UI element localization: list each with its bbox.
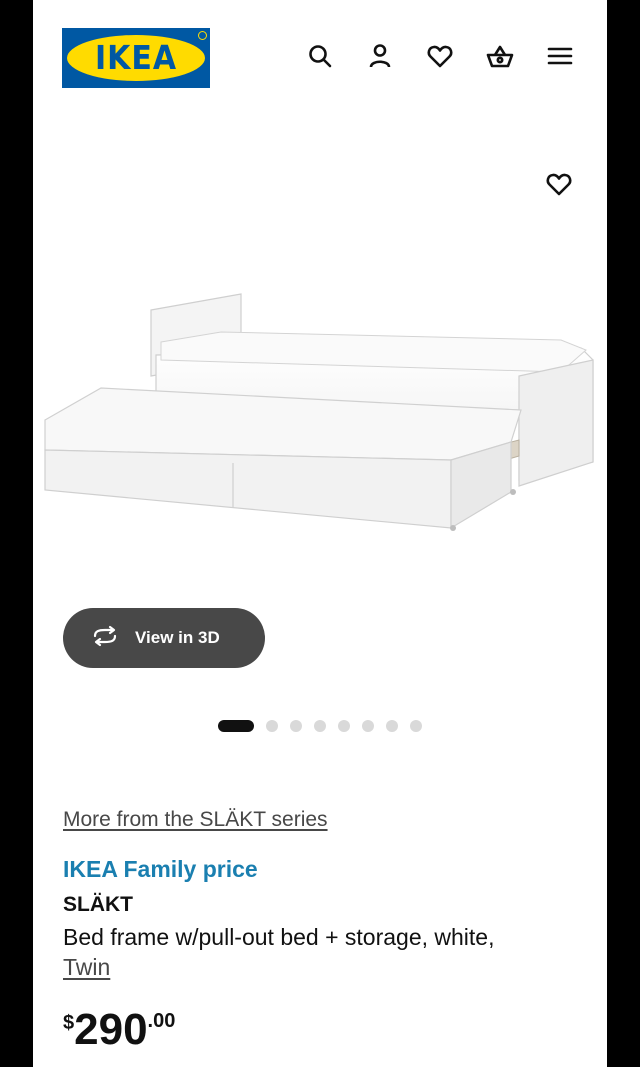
carousel-dot[interactable]	[386, 720, 398, 732]
product-description-text: Bed frame w/pull-out bed + storage, whit…	[63, 924, 495, 950]
product-size-link[interactable]: Twin	[63, 954, 110, 980]
registered-mark	[198, 31, 207, 40]
ikea-logo[interactable]: IKEA	[62, 28, 210, 88]
carousel-dot[interactable]	[314, 720, 326, 732]
search-icon[interactable]	[305, 41, 335, 71]
header-nav	[305, 41, 575, 71]
carousel-dot[interactable]	[338, 720, 350, 732]
image-carousel-dots	[218, 720, 422, 732]
series-link[interactable]: More from the SLÄKT series	[63, 808, 328, 832]
wishlist-icon[interactable]	[425, 41, 455, 71]
carousel-dot[interactable]	[362, 720, 374, 732]
product-price: $ 290 .00	[63, 1006, 175, 1054]
logo-oval: IKEA	[67, 35, 205, 81]
price-currency: $	[63, 1012, 75, 1034]
site-header: IKEA	[33, 0, 607, 110]
add-to-wishlist-heart-icon[interactable]	[543, 168, 575, 200]
logo-text: IKEA	[94, 38, 178, 78]
cart-icon[interactable]	[485, 41, 515, 71]
carousel-dot-active[interactable]	[218, 720, 254, 732]
product-page: IKEA View in 3D More from the SLÄKT seri…	[33, 0, 607, 1067]
carousel-dot[interactable]	[290, 720, 302, 732]
carousel-dot[interactable]	[266, 720, 278, 732]
menu-icon[interactable]	[545, 41, 575, 71]
product-name: SLÄKT	[63, 893, 133, 916]
price-decimal: .00	[147, 1010, 176, 1032]
carousel-dot[interactable]	[410, 720, 422, 732]
view-in-3d-button[interactable]: View in 3D	[63, 608, 265, 668]
view-in-3d-label: View in 3D	[135, 628, 220, 647]
price-integer: 290	[74, 1005, 148, 1054]
rotate-icon	[89, 625, 121, 651]
product-image[interactable]	[41, 280, 601, 540]
account-icon[interactable]	[365, 41, 395, 71]
family-price-label: IKEA Family price	[63, 856, 258, 882]
product-description: Bed frame w/pull-out bed + storage, whit…	[63, 922, 573, 982]
